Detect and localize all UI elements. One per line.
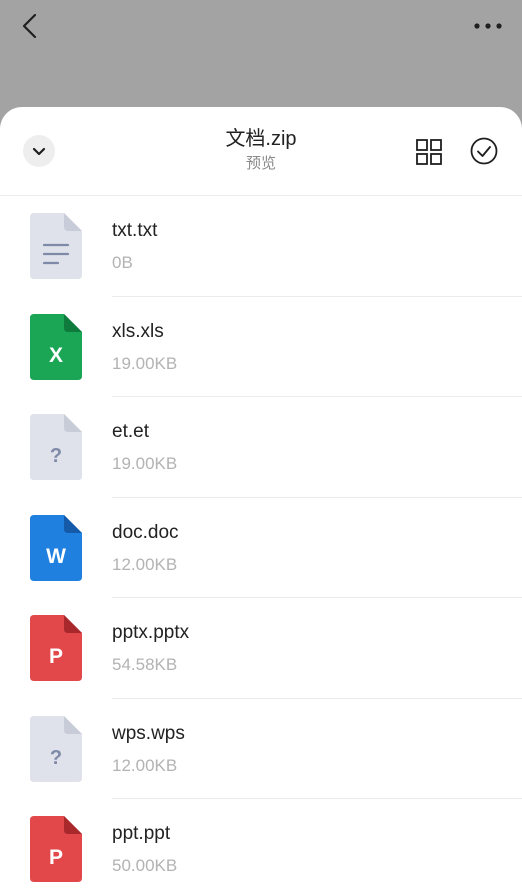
unknown-file-icon: ? — [30, 414, 82, 480]
file-size: 12.00KB — [112, 755, 178, 775]
ppt-file-icon: P — [30, 615, 82, 681]
file-row[interactable]: ? wps.wps 12.00KB — [0, 699, 522, 800]
text-file-icon — [30, 213, 82, 279]
file-size: 12.00KB — [112, 554, 178, 574]
file-row[interactable]: Ppptx.pptx 54.58KB — [0, 598, 522, 699]
file-name: xls.xls — [112, 320, 164, 342]
back-button[interactable] — [18, 10, 46, 42]
file-name: pptx.pptx — [112, 622, 190, 643]
file-name: txt.txt — [112, 220, 158, 241]
ppt-file-icon: P — [30, 816, 82, 882]
file-type-glyph: W — [46, 545, 66, 568]
archive-subtitle: 预览 — [245, 155, 276, 172]
file-name: wps.wps — [112, 722, 185, 744]
file-type-glyph: P — [49, 645, 63, 668]
file-name: doc.doc — [112, 521, 179, 543]
file-type-glyph: P — [49, 846, 63, 869]
more-button[interactable] — [472, 12, 504, 40]
file-row[interactable]: Wdoc.doc 12.00KB — [0, 498, 522, 599]
file-row[interactable]: Pppt.ppt 50.00KB — [0, 799, 522, 896]
top-bar — [0, 0, 522, 108]
file-row[interactable]: Xxls.xls 19.00KB — [0, 297, 522, 398]
word-file-icon: W — [30, 514, 82, 581]
file-size: 19.00KB — [112, 454, 178, 473]
check-circle-icon — [470, 137, 498, 165]
file-type-glyph: ? — [50, 445, 62, 467]
back-chevron-icon — [22, 13, 37, 39]
file-row[interactable]: ? et.et 19.00KB — [0, 397, 522, 498]
file-size: 50.00KB — [112, 856, 178, 875]
select-button[interactable] — [470, 137, 498, 165]
grid-view-icon — [416, 139, 442, 165]
file-list: txt.txt 0B Xxls.xls 19.00KB? et.et 19.00KB Wdo… — [0, 196, 522, 896]
file-name: ppt.ppt — [112, 823, 171, 844]
unknown-file-icon: ? — [30, 715, 82, 782]
archive-title: 文档.zip — [225, 128, 297, 150]
more-dots-icon — [474, 23, 502, 29]
preview-sheet: 文档.zip 预览 txt.txt 0B Xxls.xls 19.00KB? et.et… — [0, 107, 522, 896]
sheet-header: 文档.zip 预览 — [0, 107, 522, 196]
file-name: et.et — [112, 421, 149, 442]
title-block: 文档.zip 预览 — [0, 126, 522, 174]
grid-view-button[interactable] — [416, 139, 442, 165]
file-type-glyph: X — [49, 344, 63, 367]
file-size: 0B — [112, 253, 133, 272]
file-type-glyph: ? — [50, 747, 62, 769]
file-size: 54.58KB — [112, 655, 178, 674]
excel-file-icon: X — [30, 313, 82, 380]
file-size: 19.00KB — [112, 353, 178, 373]
file-row[interactable]: txt.txt 0B — [0, 196, 522, 297]
